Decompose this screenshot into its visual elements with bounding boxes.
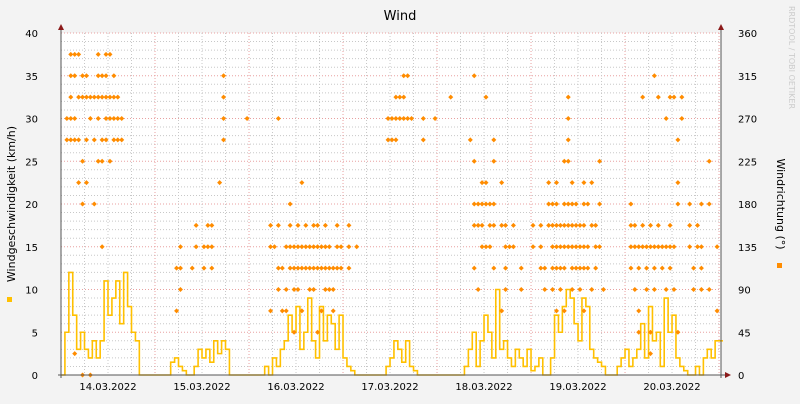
y2-tick-label: 360 [738, 29, 757, 40]
y2-tick-label: 45 [738, 328, 751, 339]
x-tick-label: 19.03.2022 [549, 382, 606, 393]
y-tick-label: 25 [25, 157, 38, 168]
x-tick-label: 16.03.2022 [267, 382, 324, 393]
y-tick-label: 40 [25, 29, 38, 40]
x-tick-label: 15.03.2022 [173, 382, 230, 393]
x-tick-label: 17.03.2022 [361, 382, 418, 393]
legend-speed-swatch [7, 297, 12, 302]
y2-tick-label: 270 [738, 115, 757, 126]
y-axis-label: Windgeschwindigkeit (km/h) [5, 126, 18, 282]
watermark: RRDTOOL / TOBI OETIKER [787, 6, 796, 109]
chart-title: Wind [384, 9, 417, 24]
y2-tick-label: 180 [738, 200, 757, 211]
y2-tick-label: 90 [738, 286, 751, 297]
grid [61, 32, 721, 375]
y-tick-label: 30 [25, 115, 38, 126]
y-tick-label: 10 [25, 286, 38, 297]
y2-axis-label: Windrichtung (°) [774, 158, 787, 249]
y2-tick-label: 135 [738, 243, 757, 254]
y-tick-label: 35 [25, 72, 38, 83]
y-tick-label: 5 [32, 328, 38, 339]
y2-tick-label: 315 [738, 72, 757, 83]
wind-chart: 0 5 10 15 20 25 30 35 40 0 45 90 135 180 225 270 315 360 1… [0, 0, 800, 400]
y-tick-label: 0 [32, 371, 38, 382]
x-tick-label: 14.03.2022 [79, 382, 136, 393]
y2-tick-label: 225 [738, 157, 757, 168]
x-tick-label: 18.03.2022 [455, 382, 512, 393]
y2-tick-label: 0 [738, 371, 744, 382]
y-tick-label: 15 [25, 243, 38, 254]
legend-direction-swatch [777, 263, 782, 268]
x-tick-label: 20.03.2022 [643, 382, 700, 393]
y-tick-label: 20 [25, 200, 38, 211]
